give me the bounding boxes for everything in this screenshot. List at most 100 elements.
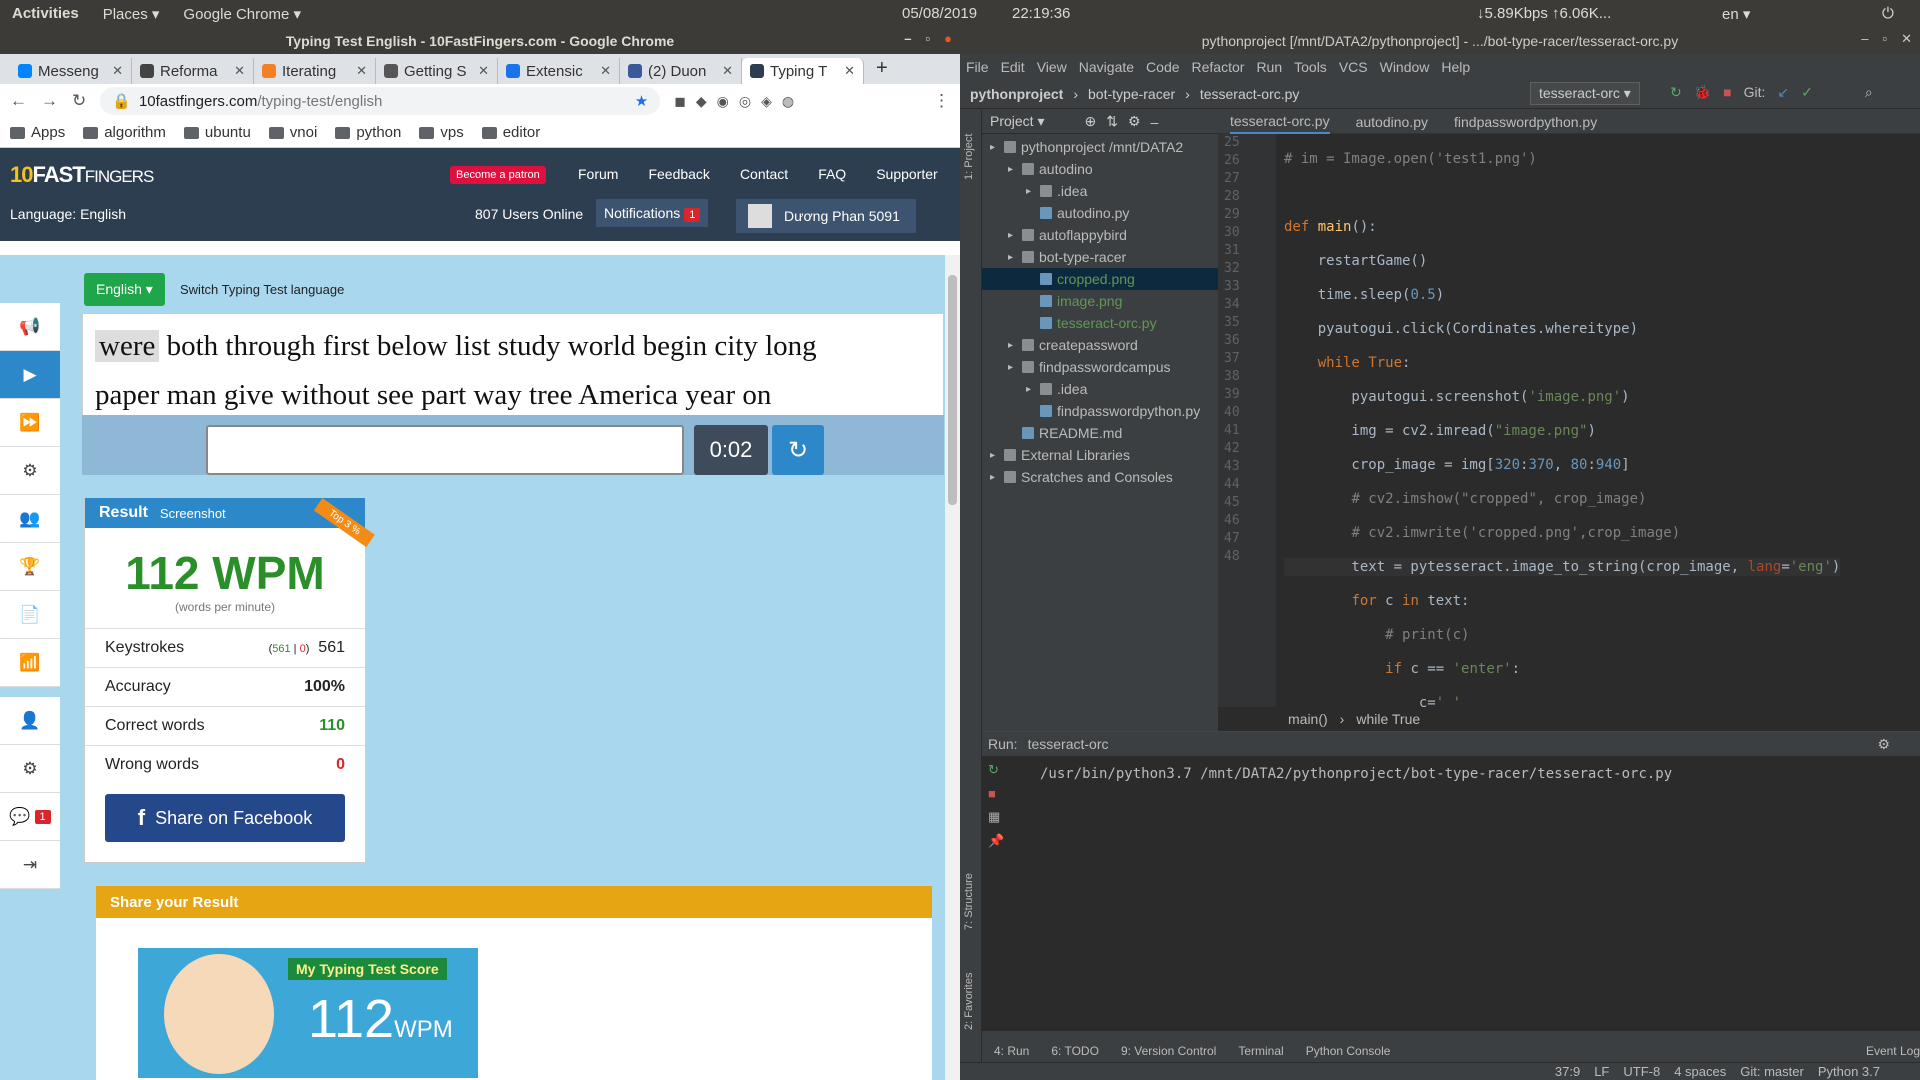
editor-tab-autodino[interactable]: autodino.py bbox=[1356, 114, 1428, 130]
power-icon[interactable]: ⏻ bbox=[1870, 5, 1906, 22]
favorites-tool-label[interactable]: 2: Favorites bbox=[963, 973, 975, 1030]
browser-tab[interactable]: Getting S ✕ bbox=[376, 58, 498, 84]
collapse-icon[interactable]: ⇅ bbox=[1106, 113, 1118, 130]
reload-icon[interactable]: ↻ bbox=[72, 91, 86, 111]
users-icon[interactable]: 👥 bbox=[0, 495, 60, 543]
refresh-icon[interactable]: ↻ bbox=[772, 425, 824, 475]
notifications-button[interactable]: Notifications 1 bbox=[596, 199, 709, 227]
editor-tab-tesseract[interactable]: tesseract-orc.py bbox=[1230, 110, 1330, 134]
menu-item[interactable]: File bbox=[966, 59, 989, 75]
browser-tab[interactable]: Reforma ✕ bbox=[132, 58, 254, 84]
status-item[interactable]: Git: master bbox=[1740, 1064, 1804, 1079]
menu-item[interactable]: Help bbox=[1441, 59, 1470, 75]
project-tool-label[interactable]: 1: Project bbox=[963, 134, 975, 180]
clock-date[interactable]: 05/08/2019 bbox=[890, 5, 989, 22]
tree-node[interactable]: tesseract-orc.py bbox=[982, 312, 1218, 334]
run-settings-icon[interactable]: ⚙ bbox=[1877, 736, 1890, 753]
rerun-icon[interactable]: ↻ bbox=[1670, 84, 1682, 101]
document-icon[interactable]: 📄 bbox=[0, 591, 60, 639]
tree-node[interactable]: image.png bbox=[982, 290, 1218, 312]
tool-window-tab[interactable]: 4: Run bbox=[994, 1044, 1029, 1058]
user-icon[interactable]: 👤 bbox=[0, 697, 60, 745]
places-menu[interactable]: Places ▾ bbox=[91, 5, 172, 23]
browser-tab[interactable]: Extensic ✕ bbox=[498, 58, 620, 84]
rerun-icon[interactable]: ↻ bbox=[988, 762, 1004, 778]
menu-item[interactable]: Run bbox=[1256, 59, 1282, 75]
tree-node[interactable]: autodino.py bbox=[982, 202, 1218, 224]
stop-icon[interactable]: ■ bbox=[988, 786, 1004, 801]
tree-node[interactable]: ▸ .idea bbox=[982, 180, 1218, 202]
extension-icons[interactable]: ◼◆◉◎◈◍ bbox=[674, 93, 804, 110]
tree-node[interactable]: findpasswordpython.py bbox=[982, 400, 1218, 422]
tree-node[interactable]: ▸ createpassword bbox=[982, 334, 1218, 356]
locate-icon[interactable]: ⊕ bbox=[1085, 113, 1097, 130]
tab-close-icon[interactable]: ✕ bbox=[600, 63, 611, 79]
tree-node[interactable]: cropped.png bbox=[982, 268, 1218, 290]
tab-close-icon[interactable]: ✕ bbox=[356, 63, 367, 79]
tool-window-tab[interactable]: 6: TODO bbox=[1051, 1044, 1099, 1058]
typing-input[interactable] bbox=[206, 425, 684, 475]
language-select[interactable]: Language: English bbox=[10, 206, 126, 222]
screenshot-tab[interactable]: Screenshot bbox=[160, 506, 226, 521]
tool-window-tab[interactable]: Python Console bbox=[1306, 1044, 1391, 1058]
tab-close-icon[interactable]: ✕ bbox=[722, 63, 733, 79]
bookmark-item[interactable]: algorithm bbox=[83, 124, 166, 141]
tool-window-tab[interactable]: Terminal bbox=[1238, 1044, 1283, 1058]
tree-node[interactable]: ▸ bot-type-racer bbox=[982, 246, 1218, 268]
comments-icon[interactable]: 💬 1 bbox=[0, 793, 60, 841]
ide-maximize-icon[interactable]: ▫ bbox=[1882, 31, 1887, 47]
status-item[interactable]: UTF-8 bbox=[1623, 1064, 1660, 1079]
run-tab[interactable]: tesseract-orc bbox=[1028, 736, 1109, 752]
tree-node[interactable]: ▸ .idea bbox=[982, 378, 1218, 400]
tree-node[interactable]: ▸ External Libraries bbox=[982, 444, 1218, 466]
site-logo[interactable]: 10FASTFINGERS bbox=[10, 162, 154, 188]
menu-item[interactable]: Edit bbox=[1001, 59, 1025, 75]
play-icon[interactable]: ▶ bbox=[0, 351, 60, 399]
tree-node[interactable]: ▸ autoflappybird bbox=[982, 224, 1218, 246]
nav-crumb[interactable]: bot-type-racer bbox=[1088, 86, 1175, 102]
stop-icon[interactable]: ■ bbox=[1723, 84, 1731, 101]
menu-item[interactable]: Navigate bbox=[1079, 59, 1134, 75]
project-view-select[interactable]: Project ▾ bbox=[990, 113, 1045, 130]
ide-close-icon[interactable]: ✕ bbox=[1901, 31, 1912, 47]
app-menu[interactable]: Google Chrome ▾ bbox=[171, 5, 313, 23]
bookmark-item[interactable]: vnoi bbox=[268, 124, 317, 141]
browser-tab[interactable]: (2) Duon ✕ bbox=[620, 58, 742, 84]
menu-item[interactable]: Window bbox=[1380, 59, 1430, 75]
user-menu[interactable]: Dương Phan 5091 bbox=[736, 199, 916, 233]
browser-tab[interactable]: Iterating ✕ bbox=[254, 58, 376, 84]
site-nav-link[interactable]: Supporter bbox=[876, 166, 937, 182]
site-nav-link[interactable]: Contact bbox=[740, 166, 788, 182]
tab-close-icon[interactable]: ✕ bbox=[478, 63, 489, 79]
fast-forward-icon[interactable]: ⏩ bbox=[0, 399, 60, 447]
menu-icon[interactable]: ⋮ bbox=[933, 91, 950, 111]
signal-icon[interactable]: 📶 bbox=[0, 639, 60, 687]
page-scrollbar-thumb[interactable] bbox=[948, 275, 957, 505]
editor-tab-findpassword[interactable]: findpasswordpython.py bbox=[1454, 114, 1597, 130]
pin-icon[interactable]: 📌 bbox=[988, 833, 1004, 849]
ide-minimize-icon[interactable]: – bbox=[1861, 31, 1868, 47]
activities-button[interactable]: Activities bbox=[0, 5, 91, 22]
new-tab-icon[interactable]: + bbox=[864, 57, 900, 84]
status-item[interactable]: LF bbox=[1594, 1064, 1609, 1079]
debug-icon[interactable]: 🐞 bbox=[1694, 84, 1711, 101]
tree-node[interactable]: README.md bbox=[982, 422, 1218, 444]
nav-crumb[interactable]: tesseract-orc.py bbox=[1200, 86, 1300, 102]
forward-icon[interactable]: → bbox=[41, 91, 58, 111]
status-item[interactable]: Python 3.7 bbox=[1818, 1064, 1880, 1079]
menu-item[interactable]: Refactor bbox=[1192, 59, 1245, 75]
tree-node[interactable]: ▸ pythonproject /mnt/DATA2 bbox=[982, 136, 1218, 158]
back-icon[interactable]: ← bbox=[10, 91, 27, 111]
menu-item[interactable]: Code bbox=[1146, 59, 1179, 75]
tree-node[interactable]: ▸ autodino bbox=[982, 158, 1218, 180]
bookmark-item[interactable]: vps bbox=[419, 124, 464, 141]
tab-close-icon[interactable]: ✕ bbox=[844, 63, 855, 79]
status-item[interactable]: 4 spaces bbox=[1674, 1064, 1726, 1079]
status-item[interactable]: 37:9 bbox=[1555, 1064, 1580, 1079]
bookmark-item[interactable]: ubuntu bbox=[183, 124, 251, 141]
bookmark-star-icon[interactable]: ★ bbox=[635, 92, 648, 110]
share-facebook-button[interactable]: f Share on Facebook bbox=[105, 794, 345, 842]
tool-window-tab[interactable]: 9: Version Control bbox=[1121, 1044, 1216, 1058]
language-indicator[interactable]: en ▾ bbox=[1710, 5, 1762, 23]
logout-icon[interactable]: ⇥ bbox=[0, 841, 60, 889]
